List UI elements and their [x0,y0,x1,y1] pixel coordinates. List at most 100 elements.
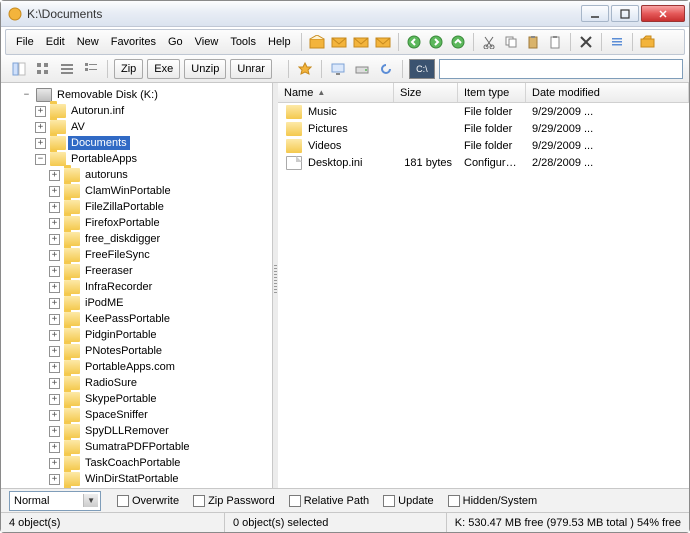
list-body[interactable]: MusicFile folder9/29/2009 ...PicturesFil… [278,103,689,488]
column-date[interactable]: Date modified [526,83,689,102]
expander-icon[interactable]: + [49,298,60,309]
close-button[interactable] [641,5,685,22]
tree-label[interactable]: FreeFileSync [82,248,153,262]
tree-node[interactable]: +FirefoxPortable [7,215,272,231]
tree-label[interactable]: PortableApps [68,152,140,166]
tree-label[interactable]: iPodME [82,296,127,310]
tree-node[interactable]: + AV [7,119,272,135]
expander-icon[interactable]: + [49,234,60,245]
unrar-button[interactable]: Unrar [230,59,272,79]
tree-label[interactable]: Autorun.inf [68,104,127,118]
option-hidden-system[interactable]: Hidden/System [448,495,538,507]
tree-label[interactable]: Documents [68,136,130,150]
menu-help[interactable]: Help [262,33,297,51]
expander-icon[interactable]: + [49,250,60,261]
expander-icon[interactable]: + [49,314,60,325]
tree-label[interactable]: PortableApps.com [82,360,178,374]
exe-button[interactable]: Exe [147,59,180,79]
tree-node[interactable]: +RadioSure [7,375,272,391]
folder-tree[interactable]: −Removable Disk (K:) + Autorun.inf + AV + Docu… [1,83,273,488]
tree-node[interactable]: + KeePassPortable [7,311,272,327]
list-row[interactable]: MusicFile folder9/29/2009 ... [278,103,689,120]
expander-icon[interactable]: + [49,170,60,181]
expander-icon[interactable]: + [35,138,46,149]
tree-node[interactable]: +InfraRecorder [7,279,272,295]
list-row[interactable]: Desktop.ini181 bytesConfiguratio...2/28/… [278,154,689,171]
expander-icon[interactable]: + [49,362,60,373]
tree-node[interactable]: + iPodME [7,295,272,311]
tree-label[interactable]: FileZillaPortable [82,200,167,214]
tree-node[interactable]: + FreeFileSync [7,247,272,263]
tree-label[interactable]: PNotesPortable [82,344,165,358]
option-zip-password[interactable]: Zip Password [193,495,275,507]
tree-label[interactable]: ClamWinPortable [82,184,174,198]
forward-icon[interactable] [426,32,446,52]
computer-icon[interactable] [327,58,349,80]
menu-favorites[interactable]: Favorites [105,33,162,51]
console-icon[interactable]: C:\ [409,59,435,79]
column-type[interactable]: Item type [458,83,526,102]
column-name[interactable]: Name▲ [278,83,394,102]
expander-icon[interactable]: − [21,90,32,101]
expander-icon[interactable]: + [49,410,60,421]
list-row[interactable]: VideosFile folder9/29/2009 ... [278,137,689,154]
tree-label[interactable]: free_diskdigger [82,232,163,246]
copy-icon[interactable] [501,32,521,52]
expander-icon[interactable]: + [49,266,60,277]
delete-icon[interactable] [576,32,596,52]
expander-icon[interactable]: − [35,154,46,165]
icon-view-icon[interactable] [32,58,54,80]
expander-icon[interactable]: + [49,394,60,405]
tree-node[interactable]: +Freeraser [7,263,272,279]
tree-label[interactable]: SpyDLLRemover [82,424,172,438]
compression-combo[interactable]: Normal [9,491,101,511]
detail-view-icon[interactable] [80,58,102,80]
properties-icon[interactable] [607,32,627,52]
checkbox-icon[interactable] [193,495,205,507]
tree-node[interactable]: +TaskCoachPortable [7,455,272,471]
tree-label[interactable]: FirefoxPortable [82,216,163,230]
envelope-alt-icon[interactable] [351,32,371,52]
tree-label[interactable]: PidginPortable [82,328,160,342]
expander-icon[interactable]: + [49,378,60,389]
expander-icon[interactable]: + [35,106,46,117]
drive-icon[interactable] [351,58,373,80]
tree-node[interactable]: +SpaceSniffer [7,407,272,423]
folder-open-icon[interactable] [638,32,658,52]
option-relative-path[interactable]: Relative Path [289,495,369,507]
tree-label[interactable]: KeePassPortable [82,312,173,326]
expander-icon[interactable]: + [49,330,60,341]
checkbox-icon[interactable] [289,495,301,507]
option-overwrite[interactable]: Overwrite [117,495,179,507]
checkbox-icon[interactable] [383,495,395,507]
checkbox-icon[interactable] [448,495,460,507]
tree-label[interactable]: SkypePortable [82,392,160,406]
refresh-icon[interactable] [375,58,397,80]
tree-node[interactable]: + SpyDLLRemover [7,423,272,439]
tree-node[interactable]: +FileZillaPortable [7,199,272,215]
envelope-star-icon[interactable] [373,32,393,52]
clipboard-alt-icon[interactable] [545,32,565,52]
expander-icon[interactable]: + [49,426,60,437]
checkbox-icon[interactable] [117,495,129,507]
tree-label[interactable]: SumatraPDFPortable [82,440,193,454]
list-view-icon[interactable] [56,58,78,80]
menu-file[interactable]: File [10,33,40,51]
tree-label[interactable]: autoruns [82,168,131,182]
tree-label[interactable]: AV [68,120,88,134]
expander-icon[interactable]: + [35,122,46,133]
path-input[interactable] [439,59,683,79]
tree-node[interactable]: + Autorun.inf [7,103,272,119]
menu-edit[interactable]: Edit [40,33,71,51]
tree-node[interactable]: + SkypePortable [7,391,272,407]
favorites-icon[interactable] [294,58,316,80]
tree-node[interactable]: −Removable Disk (K:) [7,87,272,103]
tree-label[interactable]: TaskCoachPortable [82,456,183,470]
expander-icon[interactable]: + [49,442,60,453]
minimize-button[interactable] [581,5,609,22]
tree-node[interactable]: + autoruns [7,167,272,183]
maximize-button[interactable] [611,5,639,22]
tree-node[interactable]: + free_diskdigger [7,231,272,247]
cut-icon[interactable] [479,32,499,52]
tree-node[interactable]: − PortableApps [7,151,272,167]
